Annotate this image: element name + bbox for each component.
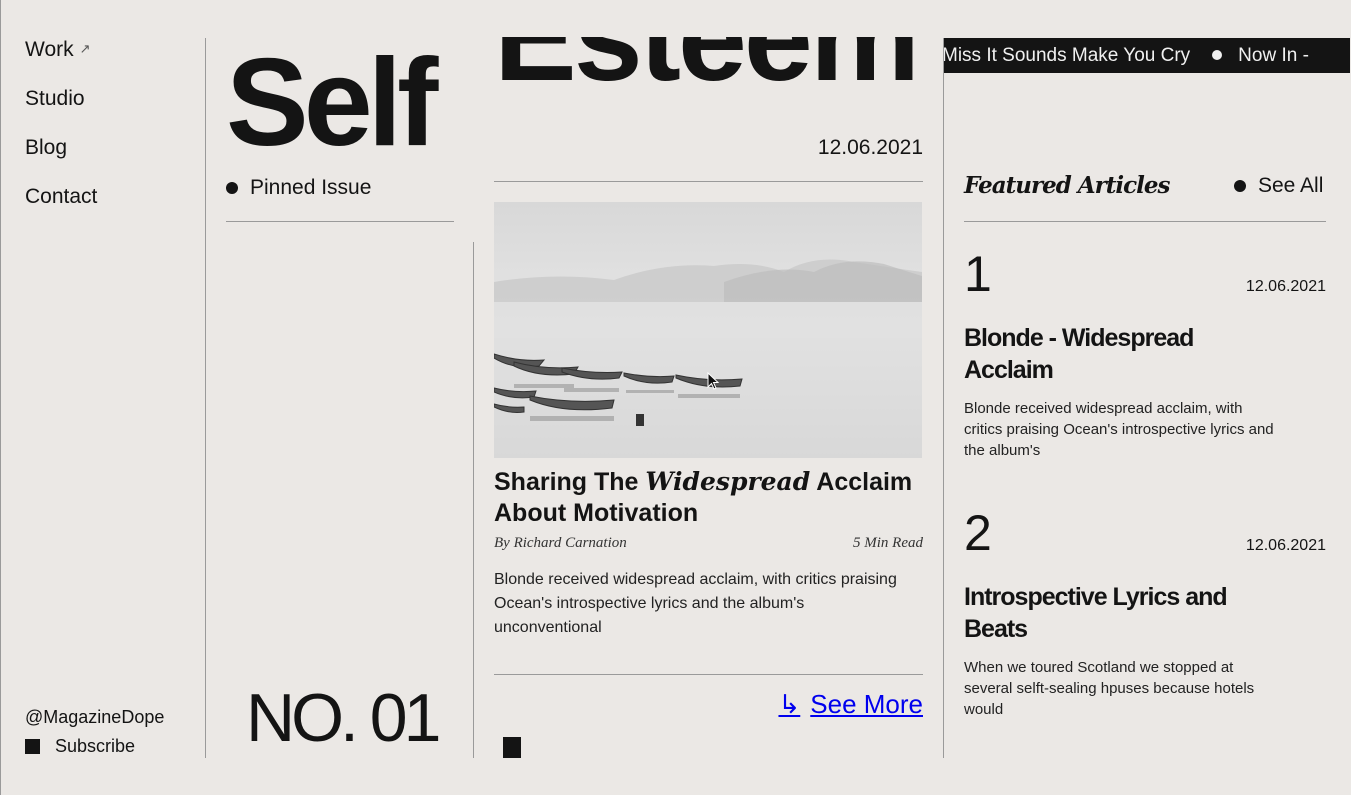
ticker-item: Now In - <box>1238 45 1309 66</box>
ticker-separator-dot-icon <box>1212 50 1223 60</box>
featured-date: 12.06.2021 <box>1245 278 1326 295</box>
ticker-item: Miss It Sounds Make You Cry <box>944 45 1191 66</box>
nav-item-label: Studio <box>25 87 85 110</box>
nav-item-label: Work <box>25 38 74 61</box>
headline-word-self: Self <box>226 34 438 172</box>
see-all-label: See All <box>1258 174 1324 197</box>
page-frame-edge <box>0 0 1 795</box>
issue-date: 12.06.2021 <box>817 136 923 159</box>
main-nav: Work ↗ Studio Blog Contact <box>25 36 97 232</box>
see-all-link[interactable]: See All <box>1234 174 1323 198</box>
bullet-dot-icon <box>1234 180 1246 192</box>
nav-item-studio[interactable]: Studio <box>25 85 97 134</box>
nav-divider <box>205 38 206 758</box>
see-more-label: See More <box>810 689 923 719</box>
square-icon <box>25 739 40 754</box>
boats-in-fog-image <box>494 202 922 458</box>
article-title-part: Sharing The <box>494 468 646 496</box>
article-excerpt: Blonde received widespread acclaim, with… <box>494 571 897 636</box>
article-title-emphasis: Widespread <box>645 467 811 496</box>
subscribe-button[interactable]: Subscribe <box>25 736 135 757</box>
headline-word-esteem: Esteem <box>494 37 920 107</box>
article-photo[interactable] <box>494 202 922 458</box>
nav-item-work[interactable]: Work ↗ <box>25 36 97 85</box>
headline-esteem-wrapper: Esteem <box>494 37 934 117</box>
featured-heading: Featured Articles <box>964 172 1170 199</box>
headline-rule <box>494 181 923 182</box>
featured-rule <box>964 221 1326 222</box>
nav-item-label: Contact <box>25 185 98 208</box>
featured-article-2[interactable]: 2 12.06.2021 Introspective Lyrics and Be… <box>964 505 1326 735</box>
featured-excerpt: Blonde received widespread acclaim, with… <box>964 400 1274 459</box>
featured-date: 12.06.2021 <box>1245 537 1326 554</box>
nav-item-contact[interactable]: Contact <box>25 183 97 232</box>
mouse-cursor-icon <box>707 372 720 390</box>
featured-title[interactable]: Blonde - Widespread Acclaim <box>964 322 1264 386</box>
nav-item-blog[interactable]: Blog <box>25 134 97 183</box>
external-arrow-icon: ↗ <box>79 41 91 56</box>
see-more-link[interactable]: ↳ See More <box>723 689 923 720</box>
article-rule <box>494 674 923 675</box>
pinned-issue-label: Pinned Issue <box>226 176 371 200</box>
news-ticker[interactable]: Miss It Sounds Make You Cry Now In - <box>944 38 1350 73</box>
featured-divider <box>943 38 944 758</box>
pinned-text: Pinned Issue <box>250 176 372 199</box>
featured-title[interactable]: Introspective Lyrics and Beats <box>964 581 1264 645</box>
bullet-dot-icon <box>226 182 238 194</box>
pinned-rule <box>226 221 454 222</box>
scroll-marker <box>503 737 521 758</box>
subscribe-label: Subscribe <box>55 736 136 756</box>
issue-number: NO. 01 <box>246 680 441 756</box>
featured-article-1[interactable]: 1 12.06.2021 Blonde - Widespread Acclaim… <box>964 246 1326 476</box>
article-byline: By Richard Carnation <box>494 535 627 551</box>
article-title[interactable]: Sharing The Widespread Acclaim About Mot… <box>494 466 924 529</box>
turn-right-arrow-icon: ↳ <box>778 689 801 719</box>
nav-item-label: Blog <box>25 136 68 159</box>
article-read-time: 5 Min Read <box>853 535 923 551</box>
social-handle-link[interactable]: @MagazineDope <box>25 707 164 728</box>
featured-excerpt: When we toured Scotland we stopped at se… <box>964 659 1255 718</box>
column-divider <box>473 242 474 758</box>
